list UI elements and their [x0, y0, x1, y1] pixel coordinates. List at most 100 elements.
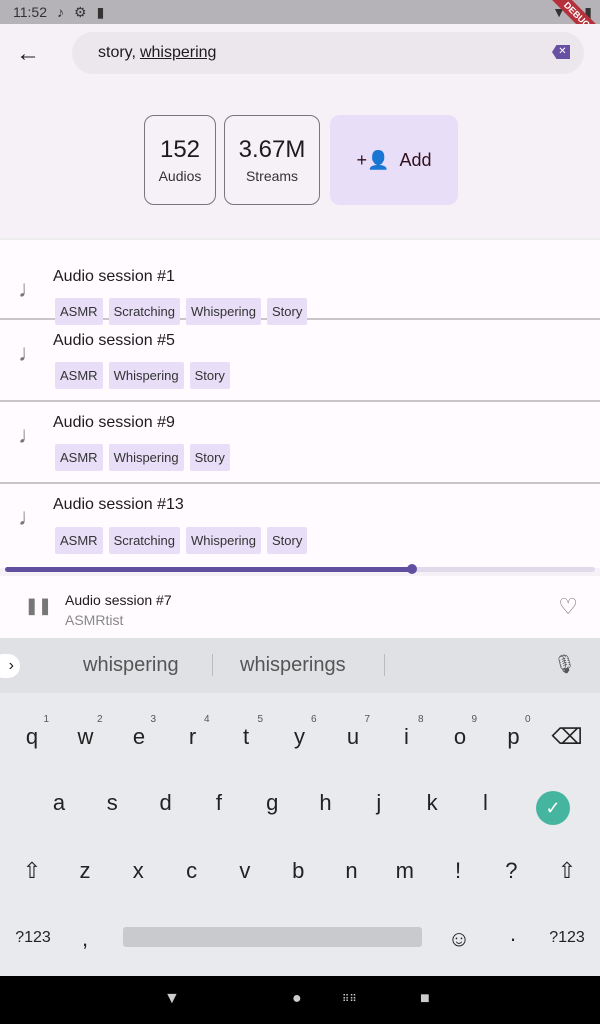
- key-h[interactable]: h: [299, 790, 353, 816]
- audio-list[interactable]: ♩ Audio session #1 ASMR Scratching Whisperi…: [0, 238, 600, 568]
- audios-stat: 152 Audios: [144, 115, 216, 205]
- backspace-icon[interactable]: ⌫: [540, 724, 594, 750]
- list-item[interactable]: ♩ Audio session #13 ASMR Scratching Whisper…: [0, 484, 600, 566]
- key-a[interactable]: a: [32, 790, 86, 816]
- header: ← story, whispering ✕ 152 Audios 3.67M S…: [0, 24, 600, 238]
- player-artist: ASMRtist: [65, 612, 124, 628]
- symbols-key[interactable]: ?123: [6, 929, 60, 947]
- back-arrow-icon[interactable]: ←: [16, 40, 40, 68]
- microphone-icon[interactable]: 🎙: [553, 654, 576, 675]
- streams-stat: 3.67M Streams: [224, 115, 320, 205]
- chevron-right-icon[interactable]: ›: [0, 654, 20, 678]
- music-note-icon: ♩: [18, 504, 42, 531]
- comma-key[interactable]: ,: [58, 926, 112, 952]
- key-t[interactable]: t5: [219, 714, 273, 750]
- tag: Story: [267, 527, 308, 554]
- audios-count: 152: [159, 136, 201, 163]
- tag: Scratching: [108, 527, 180, 554]
- key-hint: 4: [203, 714, 210, 725]
- key-o[interactable]: o9: [433, 714, 487, 750]
- item-title: Audio session #13: [53, 496, 184, 513]
- key-y[interactable]: y6: [273, 714, 327, 750]
- suggestion-bar: › whispering whisperings 🎙: [0, 638, 600, 693]
- heart-icon[interactable]: ♡: [558, 594, 578, 620]
- key-hint: 7: [364, 714, 370, 725]
- key-hint: 9: [471, 714, 477, 725]
- key-v[interactable]: v: [218, 858, 272, 884]
- item-title: Audio session #5: [53, 332, 175, 349]
- search-input[interactable]: story, whispering ✕: [72, 32, 584, 74]
- tag: ASMR: [55, 444, 103, 471]
- audios-label: Audios: [158, 168, 202, 184]
- key-hint: 1: [43, 714, 49, 725]
- clear-icon[interactable]: ✕: [552, 45, 570, 59]
- back-triangle-icon[interactable]: ▼: [164, 990, 180, 1008]
- music-note-icon: ♪: [57, 4, 64, 20]
- period-key[interactable]: ·: [486, 926, 540, 952]
- keyboard-switch-icon[interactable]: ⠿⠿: [342, 994, 357, 1005]
- key-![interactable]: !: [431, 858, 485, 884]
- key-?[interactable]: ?: [484, 858, 538, 884]
- tag: Story: [189, 362, 230, 389]
- navigation-bar: ▼ ● ⠿⠿ ■: [0, 976, 600, 1024]
- sd-card-icon: ▮: [96, 3, 105, 20]
- key-k[interactable]: k: [405, 790, 459, 816]
- shift-icon[interactable]: ⇧: [540, 858, 594, 884]
- key-row-3: z x c v b n m!? ⇧ ⇧: [0, 842, 600, 902]
- key-s[interactable]: s: [85, 790, 139, 816]
- music-note-icon: ♩: [18, 422, 42, 449]
- list-item[interactable]: ♩ Audio session #1 ASMR Scratching Whisperi…: [0, 238, 600, 325]
- key-u[interactable]: u7: [326, 714, 380, 750]
- pause-icon[interactable]: ❚❚: [25, 596, 52, 616]
- key-j[interactable]: j: [352, 790, 406, 816]
- playback-slider[interactable]: [5, 564, 595, 574]
- status-time: 11:52: [13, 4, 47, 20]
- gear-icon: ⚙: [74, 3, 87, 20]
- key-w[interactable]: w2: [59, 714, 113, 750]
- divider: [384, 654, 385, 676]
- music-note-icon: ♩: [18, 340, 42, 367]
- key-q[interactable]: q1: [5, 714, 59, 750]
- key-f[interactable]: f: [192, 790, 246, 816]
- key-r[interactable]: r4: [166, 714, 220, 750]
- key-e[interactable]: e3: [112, 714, 166, 750]
- divider: [212, 654, 213, 676]
- keyboard: › whispering whisperings 🎙 q1w2e3r4t5y6u…: [0, 638, 600, 976]
- status-bar: 11:52 ♪ ⚙ ▮ ▼ ▮ DEBUG: [0, 0, 600, 52]
- tag: ASMR: [55, 527, 103, 554]
- key-hint: 2: [96, 714, 103, 725]
- key-hint: 6: [310, 714, 317, 725]
- key-b[interactable]: b: [271, 858, 325, 884]
- mini-player[interactable]: ❚❚ Audio session #7 ASMRtist ♡: [0, 576, 600, 638]
- key-hint: 8: [417, 714, 424, 725]
- key-d[interactable]: d: [139, 790, 193, 816]
- suggestion[interactable]: whisperings: [240, 654, 346, 677]
- key-row-1: q 1 w 2 e 3 r 4 t 5 y 6 u 7 i 8 o 9 p 0 ⌫: [0, 708, 600, 768]
- key-g[interactable]: g: [245, 790, 299, 816]
- key-n[interactable]: n: [325, 858, 379, 884]
- stats-row: 152 Audios 3.67M Streams +👤 Add: [144, 115, 458, 205]
- key-hint: 3: [150, 714, 156, 725]
- suggestion[interactable]: whispering: [83, 654, 179, 677]
- emoji-icon[interactable]: ☺: [432, 926, 486, 952]
- slider-thumb[interactable]: [407, 564, 418, 574]
- recents-icon[interactable]: ■: [420, 990, 430, 1008]
- symbols-key-right[interactable]: ?123: [540, 929, 594, 947]
- playback-progress: [5, 564, 418, 574]
- key-p[interactable]: p0: [487, 714, 541, 750]
- search-composing-word: whispering: [139, 44, 217, 61]
- key-i[interactable]: i8: [380, 714, 434, 750]
- key-m[interactable]: m: [378, 858, 432, 884]
- shift-icon[interactable]: ⇧: [5, 858, 59, 884]
- key-l[interactable]: l: [458, 790, 512, 816]
- key-z[interactable]: z: [58, 858, 112, 884]
- key-c[interactable]: c: [165, 858, 219, 884]
- enter-check-icon[interactable]: ✓: [536, 791, 570, 825]
- home-icon[interactable]: ●: [292, 990, 302, 1008]
- list-item[interactable]: ♩ Audio session #9 ASMR Whispering Story: [0, 402, 600, 484]
- space-key[interactable]: [123, 927, 422, 947]
- key-x[interactable]: x: [111, 858, 165, 884]
- person-add-icon: +👤: [356, 149, 390, 170]
- add-button[interactable]: +👤 Add: [330, 115, 458, 205]
- list-item[interactable]: ♩ Audio session #5 ASMR Whispering Story: [0, 320, 600, 402]
